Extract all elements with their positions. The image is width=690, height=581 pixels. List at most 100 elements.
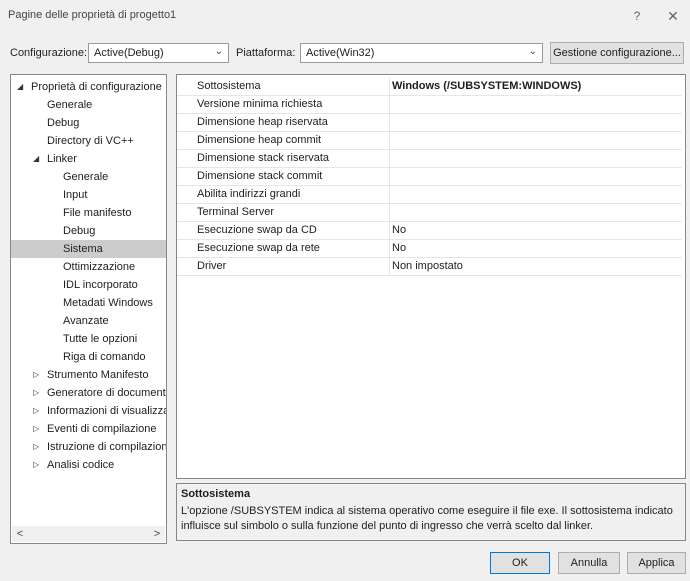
tree-item-label: Avanzate — [63, 315, 109, 327]
configuration-manager-button[interactable]: Gestione configurazione... — [550, 42, 684, 64]
collapsed-arrow-icon[interactable]: ▷ — [33, 384, 39, 402]
column-divider — [389, 204, 390, 222]
property-row[interactable]: Versione minima richiesta — [177, 96, 685, 114]
window-title: Pagine delle proprietà di progetto1 — [8, 9, 177, 21]
tree-item-xml-document-generator[interactable]: ▷ Generatore di documenti X — [11, 384, 166, 402]
tree-item-linker-manifest[interactable]: File manifesto — [11, 204, 166, 222]
tree-item-label: Strumento Manifesto — [47, 369, 149, 381]
property-grid[interactable]: Sottosistema Windows (/SUBSYSTEM:WINDOWS)… — [176, 74, 686, 479]
tree-item-label: Generale — [63, 171, 109, 183]
property-row[interactable]: Esecuzione swap da rete No — [177, 240, 685, 258]
tree-item-label: Debug — [47, 117, 80, 129]
collapsed-arrow-icon[interactable]: ▷ — [33, 402, 39, 420]
property-name: Dimensione heap commit — [197, 134, 322, 146]
tree-item-linker-embedded-idl[interactable]: IDL incorporato — [11, 276, 166, 294]
tree-item-linker-optimization[interactable]: Ottimizzazione — [11, 258, 166, 276]
tree-item-label: Metadati Windows — [63, 297, 153, 309]
tree-item-configuration-properties[interactable]: ◢ Proprietà di configurazione — [11, 78, 166, 96]
property-row[interactable]: Sottosistema Windows (/SUBSYSTEM:WINDOWS) — [177, 78, 685, 96]
tree-item-code-analysis[interactable]: ▷ Analisi codice — [11, 456, 166, 474]
chevron-down-icon: ⌄ — [528, 46, 537, 57]
description-panel: Sottosistema L'opzione /SUBSYSTEM indica… — [176, 483, 686, 541]
tree-item-label: Linker — [47, 153, 77, 165]
tree-item-label: Generale — [47, 99, 93, 111]
tree-item-label: Analisi codice — [47, 459, 115, 471]
tree-item-label: Sistema — [63, 243, 103, 255]
property-row[interactable]: Esecuzione swap da CD No — [177, 222, 685, 240]
collapsed-arrow-icon[interactable]: ▷ — [33, 438, 39, 456]
configuration-value: Active(Debug) — [94, 47, 164, 59]
column-divider — [389, 240, 390, 258]
scroll-left-icon[interactable]: < — [13, 527, 27, 541]
property-value[interactable]: No — [392, 242, 682, 254]
tree-item-linker-windows-metadata[interactable]: Metadati Windows — [11, 294, 166, 312]
property-value[interactable]: Windows (/SUBSYSTEM:WINDOWS) — [392, 80, 682, 92]
tree-item-browse-information[interactable]: ▷ Informazioni di visualizzazi — [11, 402, 166, 420]
ok-button[interactable]: OK — [490, 552, 550, 574]
chevron-down-icon: ⌄ — [214, 46, 223, 57]
column-divider — [389, 150, 390, 168]
tree-item-linker-general[interactable]: Generale — [11, 168, 166, 186]
property-row[interactable]: Terminal Server — [177, 204, 685, 222]
property-name: Terminal Server — [197, 206, 275, 218]
tree-item-build-events[interactable]: ▷ Eventi di compilazione — [11, 420, 166, 438]
tree-item-label: Generatore di documenti X — [47, 387, 167, 399]
apply-button[interactable]: Applica — [627, 552, 686, 574]
cancel-button[interactable]: Annulla — [558, 552, 620, 574]
row-divider — [177, 275, 682, 276]
property-value[interactable]: Non impostato — [392, 260, 682, 272]
tree-item-custom-build-step[interactable]: ▷ Istruzione di compilazione — [11, 438, 166, 456]
tree-item-debugging[interactable]: Debug — [11, 114, 166, 132]
tree-item-label: Ottimizzazione — [63, 261, 136, 273]
tree-item-linker-all-options[interactable]: Tutte le opzioni — [11, 330, 166, 348]
platform-dropdown[interactable]: Active(Win32) ⌄ — [300, 43, 543, 63]
column-divider — [389, 222, 390, 240]
property-name: Esecuzione swap da CD — [197, 224, 317, 236]
expanded-arrow-icon[interactable]: ◢ — [33, 150, 39, 168]
property-row[interactable]: Driver Non impostato — [177, 258, 685, 276]
tree-item-manifest-tool[interactable]: ▷ Strumento Manifesto — [11, 366, 166, 384]
tree-item-label: Riga di comando — [63, 351, 146, 363]
configuration-dropdown[interactable]: Active(Debug) ⌄ — [88, 43, 229, 63]
description-title: Sottosistema — [181, 488, 251, 500]
property-name: Versione minima richiesta — [197, 98, 323, 110]
property-name: Esecuzione swap da rete — [197, 242, 320, 254]
tree-item-linker[interactable]: ◢ Linker — [11, 150, 166, 168]
property-value[interactable]: No — [392, 224, 682, 236]
tree-item-linker-command-line[interactable]: Riga di comando — [11, 348, 166, 366]
close-button[interactable]: ✕ — [662, 6, 684, 26]
property-row[interactable]: Dimensione stack commit — [177, 168, 685, 186]
title-bar: Pagine delle proprietà di progetto1 ? ✕ — [0, 0, 690, 32]
property-row[interactable]: Dimensione heap riservata — [177, 114, 685, 132]
scroll-right-icon[interactable]: > — [150, 527, 164, 541]
tree-item-general[interactable]: Generale — [11, 96, 166, 114]
tree-item-label: IDL incorporato — [63, 279, 138, 291]
tree-item-label: Informazioni di visualizzazi — [47, 405, 167, 417]
column-divider — [389, 132, 390, 150]
expanded-arrow-icon[interactable]: ◢ — [17, 78, 23, 96]
tree-item-linker-input[interactable]: Input — [11, 186, 166, 204]
property-name: Dimensione heap riservata — [197, 116, 328, 128]
horizontal-scrollbar[interactable]: < > — [12, 526, 165, 542]
tree-item-vc-directories[interactable]: Directory di VC++ — [11, 132, 166, 150]
description-text: L'opzione /SUBSYSTEM indica al sistema o… — [181, 505, 673, 532]
column-divider — [389, 258, 390, 276]
tree-item-linker-debug[interactable]: Debug — [11, 222, 166, 240]
collapsed-arrow-icon[interactable]: ▷ — [33, 366, 39, 384]
platform-value: Active(Win32) — [306, 47, 375, 59]
tree-item-label: Eventi di compilazione — [47, 423, 157, 435]
property-row[interactable]: Abilita indirizzi grandi — [177, 186, 685, 204]
help-button[interactable]: ? — [626, 6, 648, 26]
collapsed-arrow-icon[interactable]: ▷ — [33, 420, 39, 438]
collapsed-arrow-icon[interactable]: ▷ — [33, 456, 39, 474]
tree-item-linker-system[interactable]: Sistema — [11, 240, 166, 258]
column-divider — [389, 186, 390, 204]
tree-item-label: Proprietà di configurazione — [31, 81, 162, 93]
property-row[interactable]: Dimensione stack riservata — [177, 150, 685, 168]
tree-item-label: Istruzione di compilazione — [47, 441, 167, 453]
tree-item-label: Debug — [63, 225, 96, 237]
property-row[interactable]: Dimensione heap commit — [177, 132, 685, 150]
property-tree[interactable]: ◢ Proprietà di configurazione Generale De… — [10, 74, 167, 544]
tree-item-linker-advanced[interactable]: Avanzate — [11, 312, 166, 330]
property-name: Sottosistema — [197, 80, 261, 92]
